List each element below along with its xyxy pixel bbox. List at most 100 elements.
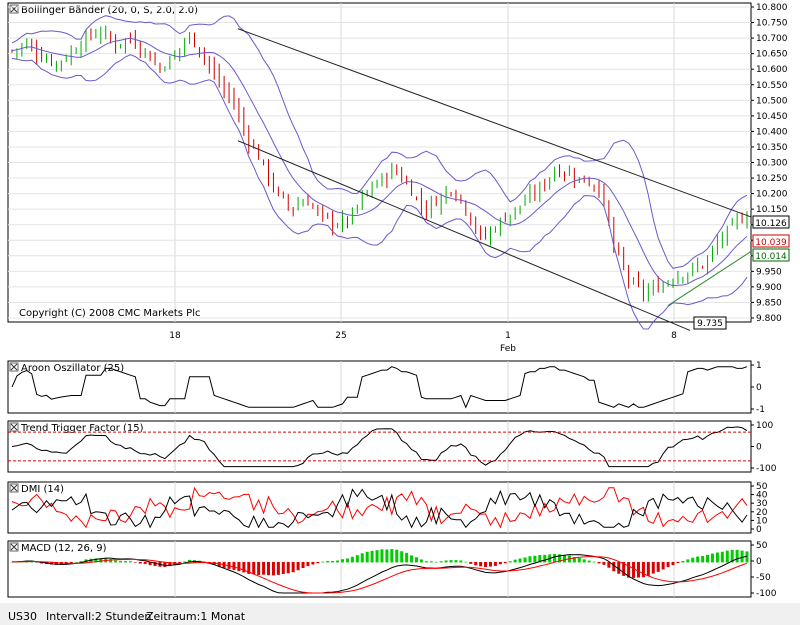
- macd-histogram-bar: [350, 556, 354, 563]
- macd-histogram-bar: [434, 561, 438, 563]
- macd-histogram-bar: [469, 561, 473, 564]
- macd-histogram-bar: [296, 561, 300, 571]
- x-tick-label: 25: [335, 331, 346, 341]
- macd-histogram-bar: [533, 555, 537, 563]
- macd-histogram-bar: [326, 560, 330, 563]
- macd-histogram-bar: [306, 561, 310, 567]
- macd-histogram-bar: [651, 561, 655, 574]
- macd-histogram-bar: [281, 561, 285, 574]
- status-bar: US30 Intervall:2 Stunden Zeitraum:1 Mona…: [0, 603, 800, 625]
- y-tick-label: 9.850: [756, 298, 782, 308]
- macd-histogram-bar: [474, 561, 478, 566]
- y-tick-label: 10.750: [756, 19, 788, 29]
- copyright-text: Copyright (C) 2008 CMC Markets Plc: [19, 308, 200, 319]
- macd-histogram-bar: [390, 549, 394, 563]
- macd-histogram-bar: [518, 558, 522, 563]
- y-tick-label: -100: [756, 464, 777, 474]
- macd-histogram-bar: [316, 561, 320, 564]
- macd-histogram-bar: [553, 553, 557, 563]
- macd-histogram-bar: [577, 557, 581, 563]
- macd-histogram-bar: [676, 561, 680, 564]
- macd-histogram-bar: [237, 561, 241, 572]
- y-tick-label: 9.800: [756, 314, 782, 324]
- y-tick-label: 10.600: [756, 65, 788, 75]
- y-tick-label: 10.700: [756, 34, 788, 44]
- macd-histogram-bar: [582, 559, 586, 563]
- macd-histogram-bar: [375, 550, 379, 563]
- y-tick-label: 10.250: [756, 174, 788, 184]
- panel-frame: [7, 481, 752, 534]
- macd-histogram-bar: [484, 561, 488, 568]
- y-tick-label: 10.200: [756, 190, 788, 200]
- macd-histogram-bar: [592, 561, 596, 563]
- macd-histogram-bar: [439, 561, 443, 563]
- y-tick-label: -50: [756, 573, 771, 583]
- y-tick-label: 0: [756, 443, 762, 453]
- macd-histogram-bar: [143, 561, 147, 564]
- y-tick-label: 10.150: [756, 205, 788, 215]
- macd-histogram-bar: [666, 561, 670, 568]
- y-tick-label: -100: [756, 589, 777, 599]
- y-tick-label: 1: [756, 361, 762, 371]
- macd-histogram-bar: [341, 559, 345, 563]
- price-label: 10.126: [755, 219, 787, 229]
- macd-histogram-bar: [523, 557, 527, 563]
- y-tick-label: 10.400: [756, 127, 788, 137]
- macd-histogram-bar: [661, 561, 665, 570]
- macd-histogram-bar: [183, 561, 187, 563]
- period-label: Zeitraum:1 Monat: [146, 610, 246, 623]
- x-tick-label: 18: [169, 331, 181, 341]
- y-tick-label: 10.450: [756, 112, 788, 122]
- macd-histogram-bar: [454, 560, 458, 563]
- macd-histogram-bar: [74, 561, 78, 563]
- macd-histogram-bar: [701, 556, 705, 563]
- y-tick-label: -1: [756, 405, 765, 415]
- macd-histogram-bar: [128, 561, 132, 563]
- macd-histogram-bar: [133, 561, 137, 563]
- macd-histogram-bar: [405, 552, 409, 563]
- macd-histogram-bar: [395, 549, 399, 563]
- macd-histogram-bar: [671, 561, 675, 566]
- macd-histogram-bar: [508, 561, 512, 563]
- y-tick-label: 0: [756, 525, 762, 535]
- macd-histogram-bar: [636, 561, 640, 578]
- y-tick-label: 10.550: [756, 81, 788, 91]
- macd-histogram-bar: [271, 561, 275, 576]
- macd-histogram-bar: [370, 550, 374, 563]
- macd-histogram-bar: [459, 560, 463, 563]
- macd-histogram-bar: [262, 561, 266, 575]
- macd-histogram-bar: [646, 561, 650, 576]
- macd-histogram-bar: [513, 559, 517, 563]
- macd-histogram-bar: [119, 561, 123, 563]
- macd-histogram-bar: [696, 556, 700, 563]
- y-tick-label: 9.900: [756, 283, 782, 293]
- y-tick-label: 100: [756, 421, 773, 431]
- macd-histogram-bar: [301, 561, 305, 569]
- macd-histogram-bar: [380, 549, 384, 563]
- y-tick-label: 10.800: [756, 3, 788, 13]
- macd-histogram-bar: [479, 561, 483, 567]
- symbol-label: US30: [8, 610, 38, 623]
- y-tick-label: 9.950: [756, 267, 782, 277]
- macd-histogram-bar: [503, 561, 507, 564]
- macd-histogram-bar: [691, 557, 695, 563]
- macd-histogram-bar: [114, 560, 118, 563]
- macd-histogram-bar: [562, 554, 566, 563]
- macd-histogram-bar: [740, 550, 744, 563]
- macd-histogram-bar: [587, 560, 591, 563]
- y-tick-label: 0: [756, 383, 762, 393]
- macd-histogram-bar: [641, 561, 645, 578]
- macd-histogram-bar: [656, 561, 660, 572]
- macd-histogram-bar: [424, 561, 428, 563]
- macd-histogram-bar: [385, 549, 389, 563]
- macd-histogram-bar: [123, 561, 127, 563]
- macd-histogram-bar: [449, 560, 453, 563]
- macd-histogram-bar: [686, 559, 690, 563]
- macd-histogram-bar: [720, 551, 724, 563]
- panel-title: DMI (14): [21, 484, 64, 495]
- interval-label: Intervall:2 Stunden: [46, 610, 152, 623]
- macd-histogram-bar: [414, 557, 418, 563]
- macd-histogram-bar: [355, 555, 359, 563]
- macd-histogram-bar: [257, 561, 261, 576]
- macd-histogram-bar: [286, 561, 290, 574]
